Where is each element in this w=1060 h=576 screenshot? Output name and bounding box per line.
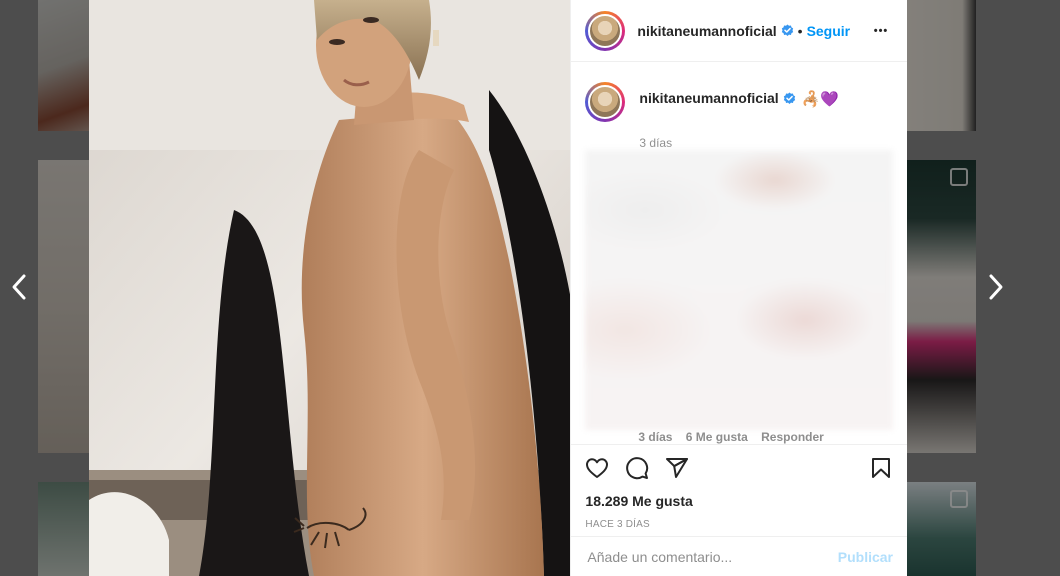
- comment-form: Publicar: [571, 536, 907, 576]
- more-options-button[interactable]: •••: [869, 19, 893, 43]
- author-username[interactable]: nikitaneumannoficial: [637, 23, 776, 39]
- next-post-button[interactable]: [981, 270, 1011, 304]
- post-actions: 18.289 Me gusta HACE 3 DÍAS: [571, 444, 907, 530]
- reply-button[interactable]: Responder: [761, 430, 824, 444]
- avatar[interactable]: [588, 85, 623, 119]
- comment-input[interactable]: [585, 547, 838, 566]
- action-icons: [585, 445, 893, 491]
- post-timestamp[interactable]: HACE 3 DÍAS: [585, 519, 893, 530]
- post-header: nikitaneumannoficial • Seguir •••: [571, 0, 907, 62]
- comment-meta: 3 días 6 Me gusta Responder: [638, 430, 833, 444]
- separator-dot: •: [797, 22, 803, 39]
- verified-badge-icon: [781, 24, 793, 36]
- likes-count[interactable]: 18.289 Me gusta: [585, 493, 893, 509]
- paper-plane-icon[interactable]: [665, 456, 689, 480]
- avatar[interactable]: [588, 13, 623, 48]
- comment-time[interactable]: 3 días: [638, 430, 672, 444]
- comment-likes[interactable]: 6 Me gusta: [686, 430, 748, 444]
- post-modal: nikitaneumannoficial • Seguir ••• nikita…: [89, 0, 907, 576]
- previous-post-button[interactable]: [4, 270, 34, 304]
- more-options-icon: •••: [873, 24, 889, 37]
- heart-icon[interactable]: [585, 456, 609, 480]
- post-photo[interactable]: [89, 0, 571, 576]
- story-ring[interactable]: [585, 10, 626, 51]
- verified-badge-icon: [783, 92, 795, 104]
- bookmark-icon[interactable]: [869, 456, 893, 480]
- chevron-right-icon: [989, 274, 1003, 300]
- follow-button[interactable]: Seguir: [807, 23, 851, 39]
- story-ring[interactable]: [585, 82, 626, 122]
- post-sidebar: nikitaneumannoficial • Seguir ••• nikita…: [570, 0, 907, 576]
- chevron-left-icon: [12, 274, 26, 300]
- caption: nikitaneumannoficial 🦂💜: [571, 62, 907, 122]
- caption-username[interactable]: nikitaneumannoficial: [639, 90, 778, 106]
- comments-list[interactable]: nikitaneumannoficial 🦂💜 3 días 3 días 6 …: [571, 62, 907, 444]
- caption-time[interactable]: 3 días: [639, 136, 907, 150]
- comment-icon[interactable]: [625, 456, 649, 480]
- caption-emojis: 🦂💜: [801, 91, 840, 108]
- post-photo-illustration: [89, 0, 571, 576]
- blurred-comments: [585, 150, 894, 430]
- publish-button[interactable]: Publicar: [838, 549, 893, 565]
